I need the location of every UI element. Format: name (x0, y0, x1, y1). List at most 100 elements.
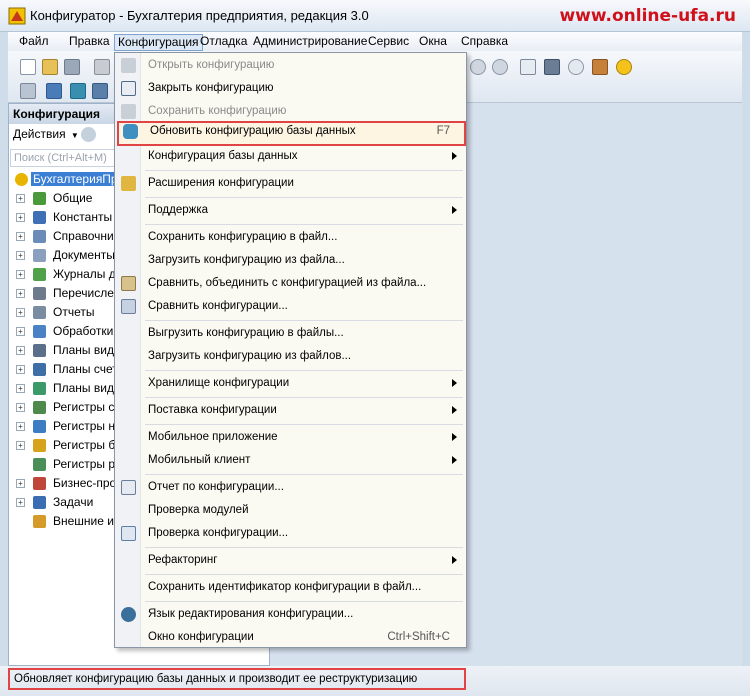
expand-icon[interactable]: + (16, 213, 25, 222)
menu-separator (145, 170, 463, 171)
menu-item-close-config[interactable]: Закрыть конфигурацию (115, 78, 466, 99)
menu-item-save-to-file[interactable]: Сохранить конфигурацию в файл... (115, 227, 466, 248)
journals-icon (33, 268, 46, 281)
menu-windows[interactable]: Окна (416, 34, 450, 51)
menu-item-label: Сохранить конфигурацию в файл... (148, 231, 338, 243)
menu-item-mobile-client[interactable]: Мобильный клиент (115, 450, 466, 471)
expand-icon[interactable]: + (16, 365, 25, 374)
menu-item-config-report[interactable]: Отчет по конфигурации... (115, 477, 466, 498)
menu-item-compare-configs[interactable]: Сравнить конфигурации... (115, 296, 466, 317)
menu-item-update-db-config[interactable]: Обновить конфигурацию базы данных F7 (117, 121, 466, 146)
expand-icon[interactable]: + (16, 289, 25, 298)
expand-icon[interactable]: + (16, 441, 25, 450)
menu-debug[interactable]: Отладка (197, 34, 250, 51)
module-icon[interactable] (20, 83, 36, 99)
constants-icon (33, 211, 46, 224)
menu-item-db-config[interactable]: Конфигурация базы данных (115, 146, 466, 167)
menu-item-label: Загрузить конфигурацию из файла... (148, 254, 345, 266)
menu-separator (145, 601, 463, 602)
menu-item-refactoring[interactable]: Рефакторинг (115, 550, 466, 571)
menu-item-label: Конфигурация базы данных (148, 150, 298, 162)
save-icon[interactable] (64, 59, 80, 75)
tasks-icon (33, 496, 46, 509)
expand-icon[interactable]: + (16, 422, 25, 431)
menu-separator (145, 397, 463, 398)
menu-item-save-config[interactable]: Сохранить конфигурацию (115, 101, 466, 122)
cut-icon[interactable] (94, 59, 110, 75)
menu-item-compare-merge[interactable]: Сравнить, объединить с конфигурацией из … (115, 273, 466, 294)
window-list-icon[interactable] (520, 59, 536, 75)
menu-item-delivery[interactable]: Поставка конфигурации (115, 400, 466, 421)
menu-separator (145, 320, 463, 321)
menu-service[interactable]: Сервис (365, 34, 412, 51)
db-icon[interactable] (70, 83, 86, 99)
catalogs-icon (33, 230, 46, 243)
edit-language-icon (121, 607, 136, 622)
menu-item-load-from-files[interactable]: Загрузить конфигурацию из файлов... (115, 346, 466, 367)
tree-item-label: Общие (53, 191, 93, 205)
expand-icon[interactable]: + (16, 403, 25, 412)
menu-separator (145, 224, 463, 225)
config-root-icon (15, 173, 28, 186)
status-bar: Обновляет конфигурацию базы данных и про… (0, 666, 750, 696)
menu-item-extensions[interactable]: Расширения конфигурации (115, 173, 466, 194)
chevron-down-icon[interactable]: ▼ (71, 131, 79, 140)
expand-icon[interactable]: + (16, 479, 25, 488)
compare-merge-icon (121, 276, 136, 291)
expand-icon[interactable]: + (16, 270, 25, 279)
menu-item-repository[interactable]: Хранилище конфигурации (115, 373, 466, 394)
menu-edit[interactable]: Правка (66, 34, 113, 51)
syntax-helper-icon[interactable] (592, 59, 608, 75)
menu-configuration[interactable]: Конфигурация (114, 34, 203, 51)
menu-item-open-config[interactable]: Открыть конфигурацию (115, 55, 466, 76)
syntax-icon[interactable] (46, 83, 62, 99)
open-file-icon[interactable] (42, 59, 58, 75)
properties-icon[interactable] (92, 83, 108, 99)
expand-icon[interactable]: + (16, 384, 25, 393)
app-logo-icon (8, 7, 26, 25)
menu-item-dump-to-files[interactable]: Выгрузить конфигурацию в файлы... (115, 323, 466, 344)
add-icon[interactable] (81, 127, 96, 142)
menu-item-save-config-id[interactable]: Сохранить идентификатор конфигурации в ф… (115, 577, 466, 598)
menu-file[interactable]: Файл (16, 34, 52, 51)
menu-item-check-config[interactable]: Проверка конфигурации... (115, 523, 466, 544)
expand-icon[interactable]: + (16, 251, 25, 260)
submenu-arrow-icon (452, 152, 457, 160)
menu-item-support[interactable]: Поддержка (115, 200, 466, 221)
menu-item-check-modules[interactable]: Проверка модулей (115, 500, 466, 521)
info-icon[interactable] (616, 59, 632, 75)
menu-item-shortcut: Ctrl+Shift+C (387, 631, 450, 643)
wizard-icon[interactable] (544, 59, 560, 75)
tree-item-label: Обработки (53, 324, 114, 338)
menu-separator (145, 574, 463, 575)
expand-icon[interactable]: + (16, 498, 25, 507)
new-file-icon[interactable] (20, 59, 36, 75)
expand-icon[interactable]: + (16, 327, 25, 336)
search-icon[interactable] (568, 59, 584, 75)
tree-root-label: БухгалтерияПре (31, 172, 127, 186)
menu-item-edit-language[interactable]: Язык редактирования конфигурации... (115, 604, 466, 625)
menu-help[interactable]: Справка (458, 34, 511, 51)
expand-icon[interactable]: + (16, 346, 25, 355)
expand-icon[interactable]: + (16, 308, 25, 317)
menu-item-label: Проверка модулей (148, 504, 249, 516)
menu-item-label: Мобильный клиент (148, 454, 251, 466)
menu-item-label: Хранилище конфигурации (148, 377, 290, 389)
enums-icon (33, 287, 46, 300)
tree-item-label: Бизнес-проц (53, 476, 124, 490)
calc-registers-icon (33, 458, 46, 471)
expand-icon[interactable]: + (16, 194, 25, 203)
menu-item-config-window[interactable]: Окно конфигурации Ctrl+Shift+C (115, 627, 466, 648)
tree-item-label: Журналы до (53, 267, 123, 281)
calc-types-icon (33, 382, 46, 395)
redo-icon[interactable] (492, 59, 508, 75)
actions-button[interactable]: Действия (13, 127, 66, 141)
menu-administration[interactable]: Администрирование (250, 34, 370, 51)
menu-item-label: Расширения конфигурации (148, 177, 294, 189)
menu-item-label: Мобильное приложение (148, 431, 278, 443)
undo-icon[interactable] (470, 59, 486, 75)
menu-item-mobile-app[interactable]: Мобильное приложение (115, 427, 466, 448)
tree-item-label: Перечислен (53, 286, 121, 300)
expand-icon[interactable]: + (16, 232, 25, 241)
menu-item-load-from-file[interactable]: Загрузить конфигурацию из файла... (115, 250, 466, 271)
